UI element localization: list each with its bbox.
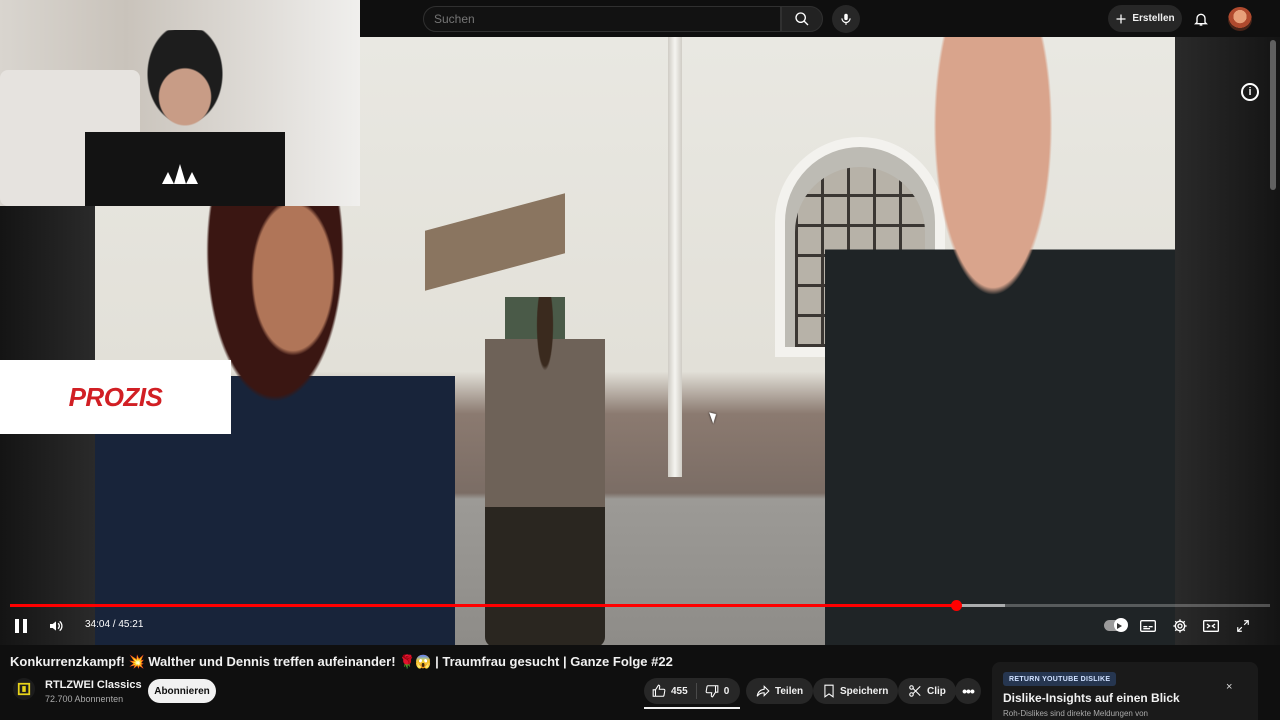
gear-icon: [1173, 619, 1187, 633]
webcam-overlay: [0, 0, 360, 206]
bookmark-icon: [824, 684, 834, 698]
theater-mode-icon: [1203, 620, 1219, 632]
scissors-icon: [909, 685, 921, 697]
theater-mode-button[interactable]: [1200, 615, 1222, 637]
page-scrollbar[interactable]: [1270, 40, 1276, 190]
plus-icon: [1116, 14, 1126, 23]
video-letterbox-right: [1175, 37, 1280, 645]
settings-button[interactable]: [1169, 615, 1191, 637]
notifications-button[interactable]: [1190, 8, 1212, 30]
search-icon: [795, 12, 809, 26]
channel-avatar[interactable]: [13, 678, 35, 700]
autoplay-toggle[interactable]: [1104, 618, 1128, 632]
thumbs-down-icon: [705, 685, 719, 698]
fullscreen-button[interactable]: [1232, 615, 1254, 637]
voice-search-button[interactable]: [832, 5, 860, 33]
subscribe-button[interactable]: Abonnieren: [148, 679, 216, 703]
create-button[interactable]: Erstellen: [1108, 5, 1182, 32]
share-icon: [756, 685, 770, 697]
time-display: 34:04 / 45:21: [85, 619, 144, 630]
like-ratio-bar: [644, 707, 740, 709]
fullscreen-icon: [1237, 620, 1249, 632]
channel-logo-icon: [17, 682, 31, 696]
clip-button[interactable]: Clip: [898, 678, 956, 704]
like-dislike-group: 455 0: [644, 678, 740, 704]
video-title: Konkurrenzkampf! 💥 Walther und Dennis tr…: [10, 654, 673, 669]
pause-icon: [15, 619, 27, 633]
captions-button[interactable]: [1137, 615, 1159, 637]
search-box[interactable]: [423, 6, 781, 32]
play-pause-button[interactable]: [10, 615, 32, 637]
save-button[interactable]: Speichern: [813, 678, 899, 704]
dislike-button[interactable]: 0: [697, 678, 738, 704]
sponsor-ad-banner: PROZIS: [0, 360, 231, 434]
volume-icon: [50, 620, 63, 632]
subscriber-count: 72.700 Abonnenten: [45, 694, 124, 704]
account-avatar[interactable]: [1228, 7, 1252, 31]
like-button[interactable]: 455: [644, 678, 696, 704]
create-label: Erstellen: [1132, 13, 1175, 24]
share-button[interactable]: Teilen: [746, 678, 814, 704]
captions-icon: [1140, 620, 1156, 632]
bell-icon: [1194, 13, 1208, 26]
thumbs-up-icon: [652, 684, 666, 697]
microphone-icon: [841, 13, 851, 25]
close-icon[interactable]: ×: [1226, 681, 1232, 693]
volume-button[interactable]: [45, 615, 67, 637]
like-count: 455: [671, 685, 688, 697]
sponsor-logo: PROZIS: [68, 381, 163, 412]
ryd-subtitle: Roh-Dislikes sind direkte Meldungen von: [1003, 709, 1148, 718]
man-figure: [825, 37, 1175, 645]
progress-played: [10, 604, 956, 607]
search-button[interactable]: [781, 6, 823, 32]
background-person: [485, 297, 605, 645]
adidas-logo-icon: [150, 162, 210, 192]
more-actions-button[interactable]: •••: [955, 678, 981, 704]
progress-scrubber[interactable]: [950, 600, 962, 611]
ryd-badge: RETURN YOUTUBE DISLIKE: [1003, 672, 1117, 686]
dislike-count: 0: [723, 685, 730, 697]
channel-name[interactable]: RTLZWEI Classics: [45, 679, 142, 691]
ryd-title: Dislike-Insights auf einen Blick: [1003, 691, 1180, 705]
autoplay-play-icon: [1117, 623, 1122, 629]
info-icon[interactable]: i: [1241, 83, 1259, 101]
progress-bar[interactable]: [10, 600, 1270, 611]
search-input[interactable]: [424, 7, 780, 31]
